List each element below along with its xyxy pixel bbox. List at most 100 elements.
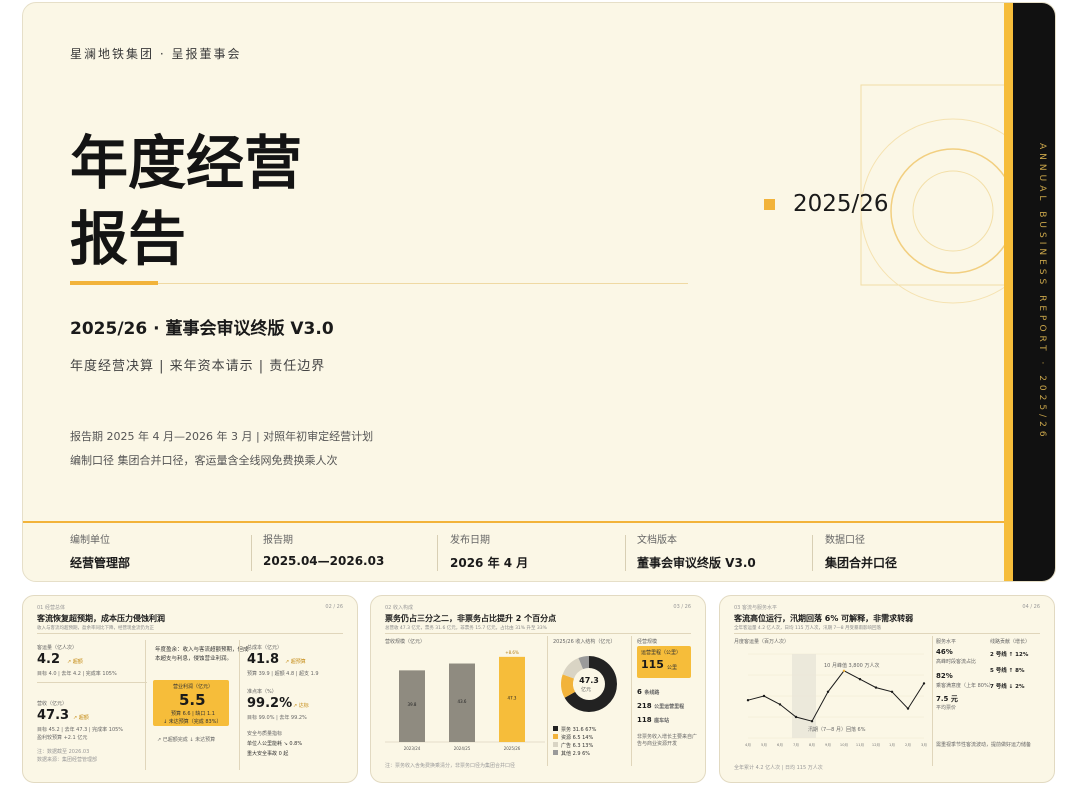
kpi-label: 准点率（%）: [247, 689, 277, 695]
report-year: 2025/26: [793, 191, 889, 217]
title-line-2: 报告: [70, 205, 187, 273]
slide-thumbnail-ridership[interactable]: 03 客流与服务水平 04 / 26 客流高位运行，汛期回落 6% 可解释，非需…: [719, 595, 1055, 783]
month-tick-label: 9月: [825, 742, 831, 747]
year-marker: [764, 199, 775, 210]
service-label: 高峰时段客流占比: [936, 659, 977, 665]
legend-item: 广告 6.3 13%: [553, 742, 633, 750]
ridership-point: [922, 682, 926, 685]
report-period-note: 报告期 2025 年 4 月—2026 年 3 月 | 对照年初审定经营计划: [70, 430, 374, 443]
slide-page-number: 04 / 26: [1022, 604, 1040, 610]
ridership-note: 需重视季节性客流波动，提前做好运力储备: [936, 742, 1032, 748]
line-contribution: 2 号线 ↑ 12%: [990, 652, 1029, 658]
ridership-point: [858, 678, 862, 681]
line-contribution: 7 号线 ↓ 2%: [990, 684, 1025, 690]
service-label: 平均票价: [936, 705, 957, 711]
organization-line: 星澜地铁集团 · 呈报董事会: [70, 47, 242, 61]
column-divider: [631, 636, 632, 766]
chart-label: 月度客运量（百万人次）: [734, 639, 790, 645]
month-tick-label: 10月: [840, 742, 848, 747]
ridership-point: [746, 699, 750, 702]
ridership-point: [890, 690, 894, 693]
kpi-note: ↗ 超预算: [285, 659, 306, 665]
column-divider: [547, 636, 548, 766]
month-tick-label: 12月: [872, 742, 880, 747]
month-tick-label: 8月: [809, 742, 815, 747]
ridership-point: [778, 703, 782, 706]
slide-footnote: 数据来源：集团经营管理部: [37, 757, 98, 763]
service-label: 乘客满意度（上年 80%）: [936, 683, 994, 689]
slide-footnote: 注：数据截至 2026.03: [37, 749, 90, 755]
spine-accent-stripe: [1004, 3, 1013, 581]
slide-footnote: 全年累计 4.2 亿人次 | 日均 115 万人次: [734, 765, 823, 771]
column-divider: [145, 640, 146, 770]
kpi-label: 客运量（亿人次）: [37, 645, 78, 651]
kpi-value: 41.8: [247, 652, 280, 667]
slide-title: 客流恢复超预期，成本压力侵蚀利润: [37, 614, 165, 623]
kpi-value: 4.2: [37, 652, 61, 667]
footer-rule: [23, 521, 1013, 523]
kpi-label: 总成本（亿元）: [247, 645, 283, 651]
report-cover: 星澜地铁集团 · 呈报董事会 年度经营 报告 2025/26 2025/26 ·…: [22, 2, 1056, 582]
month-tick-label: 11月: [856, 742, 864, 747]
report-tagline: 年度经营决算 | 来年资本请示 | 责任边界: [70, 359, 326, 374]
section-label: 服务水平: [936, 639, 957, 645]
slide-rule: [37, 633, 343, 634]
slide-title: 票务仍占三分之二，非票务占比提升 2 个百分点: [385, 614, 557, 623]
footer-separator: [251, 535, 252, 571]
kpi-label: 安全与质量指标: [247, 731, 283, 737]
ridership-point: [810, 720, 814, 723]
month-tick-label: 6月: [777, 742, 783, 747]
footer-scope: 数据口径 集团合并口径: [825, 535, 898, 570]
kpi-detail: 目标 45.2 | 去年 47.3 | 完成率 105%: [37, 727, 124, 733]
stat-stations: 118 座车站: [637, 716, 670, 724]
kpi-note: ↗ 超额: [67, 659, 83, 665]
service-value: 46%: [936, 648, 953, 656]
bar-growth-badge: +8.6%: [505, 650, 519, 655]
slide-rule: [385, 633, 691, 634]
ridership-point: [794, 715, 798, 719]
ridership-point: [762, 694, 766, 698]
slide-page-number: 02 / 26: [325, 604, 343, 610]
ridership-point: [826, 690, 830, 693]
revenue-note: 非票务收入增长主要来自广告与商业资源开发: [637, 734, 698, 747]
trough-annotation: 汛期（7—8 月）回落 6%: [808, 727, 866, 733]
donut-center-value: 47.3: [579, 676, 599, 685]
ridership-point: [906, 707, 910, 710]
kpi-note: ↗ 达标: [293, 703, 309, 709]
month-tick-label: 3月: [921, 742, 927, 747]
footer-date: 发布日期 2026 年 4 月: [450, 535, 529, 570]
decorative-circles: [860, 84, 1013, 304]
slide-thumbnail-overview[interactable]: 01 经营总体 02 / 26 客流恢复超预期，成本压力侵蚀利润 收入与客流均超…: [22, 595, 358, 783]
legend-item: 其他 2.9 6%: [553, 750, 633, 758]
kpi-detail: 目标 99.0% | 去年 99.2%: [247, 715, 307, 721]
mileage-highlight-box: 运营里程（公里） 115 公里: [637, 646, 691, 678]
kpi-detail: 目标 4.0 | 去年 4.2 | 完成率 105%: [37, 671, 117, 677]
bar-value-label: 39.8: [408, 702, 417, 707]
ridership-point: [842, 669, 846, 672]
slide-subtitle: 全年客运量 4.2 亿人次，日均 115 万人次，汛期 7—8 月受暴雨影响回落: [734, 626, 882, 631]
kpi-value: 99.2%: [247, 696, 293, 711]
kpi-detail: 预算 39.9 | 超额 4.8 | 超支 1.9: [247, 671, 319, 677]
kpi-label: 营收（亿元）: [37, 701, 68, 707]
footer-separator: [625, 535, 626, 571]
slide-footnote: 注：票务收入含免费换乘清分，非票务口径为集团合并口径: [385, 763, 516, 769]
chart-label: 2025/26 收入结构（亿元）: [553, 639, 616, 645]
donut-legend: 票务 31.6 67% 资源 6.5 14% 广告 6.3 13% 其他 2.9 6%: [553, 726, 633, 758]
kpi-note: ↗ 超额: [73, 715, 89, 721]
footer-period: 报告期 2025.04—2026.03: [263, 535, 385, 568]
legend-note: ↗ 已超额完成 ↓ 未达预算: [157, 737, 216, 743]
footer-unit: 编制单位 经营管理部: [70, 535, 131, 570]
chart-label: 营收规模（亿元）: [385, 639, 426, 645]
month-tick-label: 1月: [889, 742, 895, 747]
kpi-detail: 单位人公里能耗 ↘ 0.8%: [247, 741, 303, 747]
bar-category-label: 2024/25: [454, 746, 471, 751]
cover-footer: 编制单位 经营管理部 报告期 2025.04—2026.03 发布日期 2026…: [23, 531, 1013, 577]
stat-mileage: 218 公里运营里程: [637, 702, 685, 710]
section-label: 线路贡献（增长）: [990, 639, 1031, 645]
peak-annotation: 10 月峰值 3,800 万人次: [824, 663, 880, 669]
column-divider: [932, 636, 933, 766]
title-accent-bar: [70, 281, 158, 285]
bar-category-label: 2023/24: [404, 746, 421, 751]
slide-thumbnail-revenue[interactable]: 02 收入构成 03 / 26 票务仍占三分之二，非票务占比提升 2 个百分点 …: [370, 595, 706, 783]
service-value: 7.5 元: [936, 695, 958, 703]
